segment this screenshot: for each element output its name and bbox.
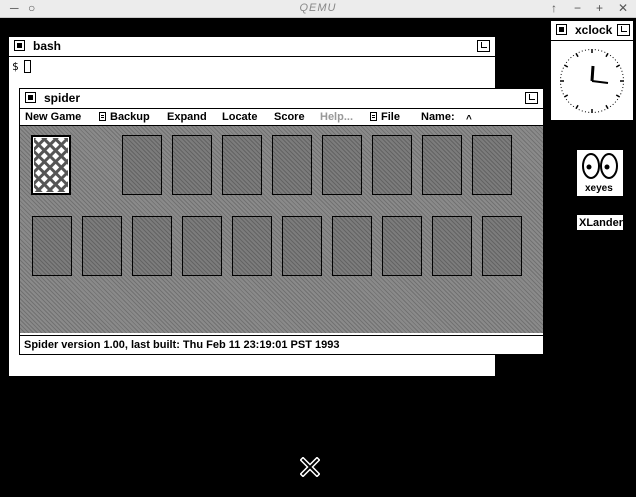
- menu-file[interactable]: File: [370, 111, 400, 123]
- shell-prompt: $: [12, 60, 19, 73]
- clock-tick: [615, 64, 621, 68]
- bash-close-icon[interactable]: [14, 40, 25, 51]
- bash-zoom-icon[interactable]: [477, 40, 490, 52]
- xeyes-label: xeyes: [585, 183, 613, 194]
- clock-tick: [563, 94, 569, 98]
- status-bar: Spider version 1.00, last built: Thu Feb…: [20, 335, 543, 354]
- status-message: Spider version 1.00, last built: Thu Feb…: [24, 339, 340, 351]
- spider-close-icon[interactable]: [25, 92, 36, 103]
- minimize-icon[interactable]: −: [574, 1, 581, 15]
- qemu-titlebar: ─ ○ QEMU ↑ − + ✕: [0, 0, 636, 18]
- menu-help[interactable]: Help...: [320, 111, 353, 123]
- spider-menubar: New Game Backup Expand Locate Score Help…: [20, 109, 543, 126]
- tableau-pile[interactable]: [432, 216, 472, 276]
- clock-tick: [565, 61, 568, 64]
- foundation-pile[interactable]: [422, 135, 462, 195]
- spider-title: spider: [44, 91, 81, 105]
- foundation-pile[interactable]: [322, 135, 362, 195]
- menu-file-label: File: [381, 111, 400, 123]
- tableau-pile[interactable]: [82, 216, 122, 276]
- clock-tick: [612, 56, 614, 59]
- clock-tick: [605, 52, 609, 58]
- qemu-window-title: QEMU: [299, 2, 337, 14]
- clock-tick: [612, 103, 614, 106]
- name-input-caret-icon[interactable]: ^: [466, 114, 472, 125]
- clock-tick: [570, 56, 572, 59]
- clock-tick: [572, 105, 575, 108]
- foundation-pile[interactable]: [122, 135, 162, 195]
- xeyes-icon[interactable]: xeyes: [576, 149, 624, 197]
- tableau-pile[interactable]: [232, 216, 272, 276]
- name-label: Name:: [421, 111, 455, 123]
- menu-locate[interactable]: Locate: [222, 111, 257, 123]
- clock-tick: [605, 104, 609, 110]
- tableau-pile[interactable]: [332, 216, 372, 276]
- spider-zoom-icon[interactable]: [525, 92, 538, 104]
- tableau-pile[interactable]: [182, 216, 222, 276]
- card-table[interactable]: [20, 126, 543, 333]
- text-cursor: [24, 60, 31, 73]
- clock-tick: [609, 54, 612, 57]
- maximize-icon[interactable]: +: [596, 1, 603, 15]
- clock-tick: [609, 105, 612, 108]
- tableau-pile[interactable]: [132, 216, 172, 276]
- clock-tick: [575, 52, 579, 58]
- close-icon[interactable]: ✕: [618, 1, 628, 15]
- clock-tick: [570, 103, 572, 106]
- document-icon: [99, 112, 106, 121]
- clock-tick: [572, 54, 575, 57]
- foundation-pile[interactable]: [222, 135, 262, 195]
- bash-titlebar[interactable]: bash: [9, 37, 495, 57]
- menu-new-game[interactable]: New Game: [25, 111, 81, 123]
- clock-tick: [565, 98, 568, 101]
- clock-tick: [563, 64, 569, 68]
- clock-tick: [616, 98, 619, 101]
- xclock-titlebar[interactable]: xclock: [551, 21, 633, 41]
- tableau-pile[interactable]: [32, 216, 72, 276]
- foundation-pile[interactable]: [372, 135, 412, 195]
- clock-tick: [567, 101, 570, 103]
- shade-up-icon[interactable]: ↑: [551, 1, 557, 15]
- spider-titlebar[interactable]: spider: [20, 89, 543, 109]
- stock-deck[interactable]: [31, 135, 71, 195]
- clock-tick: [575, 104, 579, 110]
- analog-clock-face-icon: [560, 49, 624, 113]
- xclock-window[interactable]: xclock: [550, 20, 634, 121]
- clock-tick: [614, 59, 617, 61]
- tableau-pile[interactable]: [482, 216, 522, 276]
- x-cursor-icon: [300, 457, 320, 477]
- foundation-pile[interactable]: [272, 135, 312, 195]
- menu-score[interactable]: Score: [274, 111, 305, 123]
- xclock-title: xclock: [575, 23, 613, 37]
- clock-tick: [615, 94, 621, 98]
- card-back-pattern-icon: [34, 138, 68, 192]
- xlander-label: XLander: [579, 217, 624, 229]
- clock-tick: [614, 101, 617, 103]
- eyes-icon: [582, 153, 618, 179]
- xlander-icon[interactable]: XLander: [576, 214, 624, 231]
- clock-tick: [567, 59, 570, 61]
- document-icon: [370, 112, 377, 121]
- bash-title: bash: [33, 39, 62, 53]
- menu-expand[interactable]: Expand: [167, 111, 207, 123]
- tableau-pile[interactable]: [382, 216, 422, 276]
- tableau-pile[interactable]: [282, 216, 322, 276]
- foundation-pile[interactable]: [172, 135, 212, 195]
- foundation-pile[interactable]: [472, 135, 512, 195]
- xclock-zoom-icon[interactable]: [617, 24, 630, 36]
- spider-window[interactable]: spider New Game Backup Expand Locate Sco…: [19, 88, 544, 355]
- xclock-close-icon[interactable]: [556, 24, 567, 35]
- menu-backup[interactable]: Backup: [99, 111, 150, 123]
- menu-backup-label: Backup: [110, 111, 150, 123]
- clock-tick: [616, 61, 619, 64]
